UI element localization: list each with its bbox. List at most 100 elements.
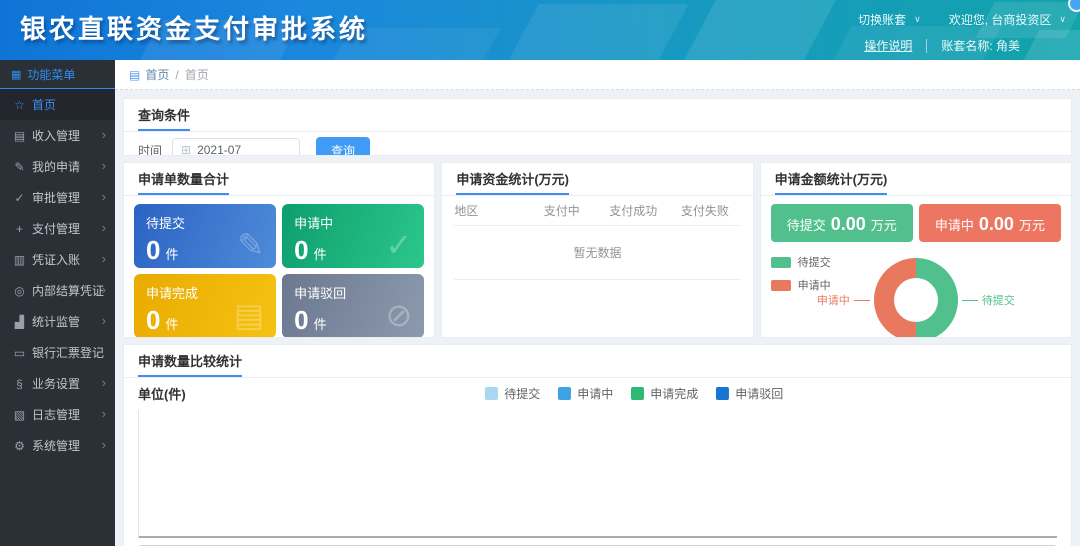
column-header-paying: 支付中 (526, 202, 598, 219)
sidebar-item-label: 审批管理 (32, 189, 80, 206)
document-icon: ▤ (129, 68, 140, 82)
stat-card-unit: 件 (165, 317, 178, 332)
chevron-right-icon: › (102, 190, 106, 203)
header-deco-shape (501, 4, 688, 60)
sidebar-item-payment[interactable]: + 支付管理 › (0, 213, 115, 244)
approval-check-icon: ✓ (11, 191, 28, 205)
legend-label: 申请驳回 (735, 385, 783, 402)
query-panel-title: 查询条件 (138, 105, 190, 131)
donut-chart[interactable] (874, 258, 958, 338)
breadcrumb-current: 首页 (185, 66, 209, 83)
search-button[interactable]: 查询 (316, 137, 370, 156)
list-check-icon: ✓ (386, 226, 413, 264)
home-icon: ☆ (11, 98, 28, 112)
sidebar-item-business-settings[interactable]: § 业务设置 › (0, 368, 115, 399)
chevron-right-icon: › (102, 376, 106, 389)
sidebar-item-bank-draft-register[interactable]: ▭ 银行汇票登记 (0, 337, 115, 368)
app-header: 银农直联资金支付审批系统 切换账套 ∨ 欢迎您, 台商投资区 ∨ 操作说明 账套… (0, 0, 1080, 60)
sidebar-item-system-management[interactable]: ⚙ 系统管理 › (0, 430, 115, 461)
sidebar-item-label: 银行汇票登记 (32, 344, 104, 361)
header-deco-shape (678, 0, 843, 60)
sidebar-item-income[interactable]: ▤ 收入管理 › (0, 120, 115, 151)
chevron-right-icon: › (102, 252, 106, 265)
calendar-icon: ⊞ (181, 143, 191, 156)
badge-value: 0.00 (831, 214, 866, 235)
donut-leader-line-left (854, 300, 870, 301)
month-picker-value: 2021-07 (197, 143, 241, 156)
chevron-right-icon: › (102, 314, 106, 327)
sidebar-item-home[interactable]: ☆ 首页 (0, 89, 115, 120)
sidebar-item-internal-settlement[interactable]: ◎ 内部结算凭证 › (0, 275, 115, 306)
sidebar-item-my-applications[interactable]: ✎ 我的申请 › (0, 151, 115, 182)
sidebar-item-label: 统计监管 (32, 313, 80, 330)
vertical-divider (926, 39, 927, 53)
comparison-panel-title-bar: 申请数量比较统计 (124, 345, 1071, 378)
log-management-icon: ▧ (11, 408, 28, 422)
breadcrumb-root-link[interactable]: 首页 (145, 66, 169, 83)
legend-item-rejected[interactable]: 申请驳回 (716, 385, 783, 402)
funds-panel-title-bar: 申请资金统计(万元) (442, 163, 752, 196)
sidebar-item-log-management[interactable]: ▧ 日志管理 › (0, 399, 115, 430)
stat-card-rejected[interactable]: 申请驳回 0件 ⊘ (282, 274, 424, 338)
badge-label: 待提交 (787, 215, 826, 234)
stat-card-unit: 件 (314, 317, 327, 332)
y-axis-unit-label: 单位(件) (138, 384, 186, 403)
stat-card-in-progress[interactable]: 申请中 0件 ✓ (282, 204, 424, 268)
application-counts-panel: 申请单数量合计 待提交 0件 ✎ 申请中 0件 (123, 162, 435, 338)
sidebar-menu-header[interactable]: ▦ 功能菜单 (0, 60, 115, 89)
sidebar-item-statistics[interactable]: ▟ 统计监管 › (0, 306, 115, 337)
document-reject-icon: ⊘ (386, 296, 413, 334)
stat-card-pending-submit[interactable]: 待提交 0件 ✎ (134, 204, 276, 268)
badge-value: 0.00 (979, 214, 1014, 235)
statistics-chart-icon: ▟ (11, 315, 28, 329)
sidebar-item-voucher-entry[interactable]: ▥ 凭证入账 › (0, 244, 115, 275)
internal-settlement-icon: ◎ (11, 284, 28, 298)
legend-swatch-blue (558, 387, 571, 400)
amounts-panel-title-bar: 申请金额统计(万元) (761, 163, 1071, 196)
welcome-user-dropdown[interactable]: 欢迎您, 台商投资区 (949, 11, 1052, 28)
chevron-right-icon: › (102, 407, 106, 420)
account-name-label: 账套名称: 角美 (941, 37, 1020, 54)
donut-leader-line-right (962, 300, 978, 301)
sidebar-item-approval[interactable]: ✓ 审批管理 › (0, 182, 115, 213)
legend-label: 申请中 (577, 385, 613, 402)
stat-card-unit: 件 (165, 247, 178, 262)
chevron-right-icon: › (102, 159, 106, 172)
query-panel-title-bar: 查询条件 (124, 99, 1071, 132)
badge-unit: 万元 (871, 215, 897, 234)
legend-item-completed[interactable]: 申请完成 (631, 385, 698, 402)
stat-card-value: 0 (146, 235, 160, 265)
stat-card-completed[interactable]: 申请完成 0件 ▤ (134, 274, 276, 338)
empty-table-placeholder: 暂无数据 (454, 226, 740, 280)
voucher-entry-icon: ▥ (11, 253, 28, 267)
menu-title: 功能菜单 (27, 66, 75, 83)
legend-item-in-progress[interactable]: 申请中 (558, 385, 613, 402)
bar-chart-plot-area (138, 410, 1057, 538)
comparison-panel-title: 申请数量比较统计 (138, 351, 242, 377)
amounts-panel-title: 申请金额统计(万元) (775, 169, 888, 195)
column-header-success: 支付成功 (597, 202, 669, 219)
sidebar-item-label: 内部结算凭证 (32, 282, 104, 299)
compose-document-icon: ✎ (237, 226, 264, 264)
chevron-right-icon: › (102, 221, 106, 234)
funds-panel-title: 申请资金统计(万元) (456, 169, 569, 195)
counts-panel-title: 申请单数量合计 (138, 169, 229, 195)
main-content: ▤ 首页 / 首页 查询条件 时间 ⊞ 2021-07 查询 (115, 60, 1080, 546)
sidebar-item-label: 系统管理 (32, 437, 80, 454)
counts-panel-title-bar: 申请单数量合计 (124, 163, 434, 196)
month-picker-input[interactable]: ⊞ 2021-07 (172, 138, 300, 157)
chevron-down-icon: ∨ (1059, 14, 1066, 25)
bank-draft-register-icon: ▭ (11, 346, 28, 360)
operation-guide-link[interactable]: 操作说明 (864, 37, 912, 54)
amount-badge-in-progress[interactable]: 申请中 0.00 万元 (919, 204, 1061, 242)
legend-swatch-green (631, 387, 644, 400)
sidebar-item-label: 业务设置 (32, 375, 80, 392)
income-document-icon: ▤ (11, 129, 28, 143)
business-settings-icon: § (11, 377, 28, 391)
stat-card-value: 0 (294, 235, 308, 265)
stat-card-value: 0 (294, 305, 308, 335)
amount-badge-pending-submit[interactable]: 待提交 0.00 万元 (771, 204, 913, 242)
column-header-region: 地区 (454, 202, 526, 219)
switch-account-link[interactable]: 切换账套 (858, 11, 906, 28)
legend-item-pending-submit[interactable]: 待提交 (485, 385, 540, 402)
